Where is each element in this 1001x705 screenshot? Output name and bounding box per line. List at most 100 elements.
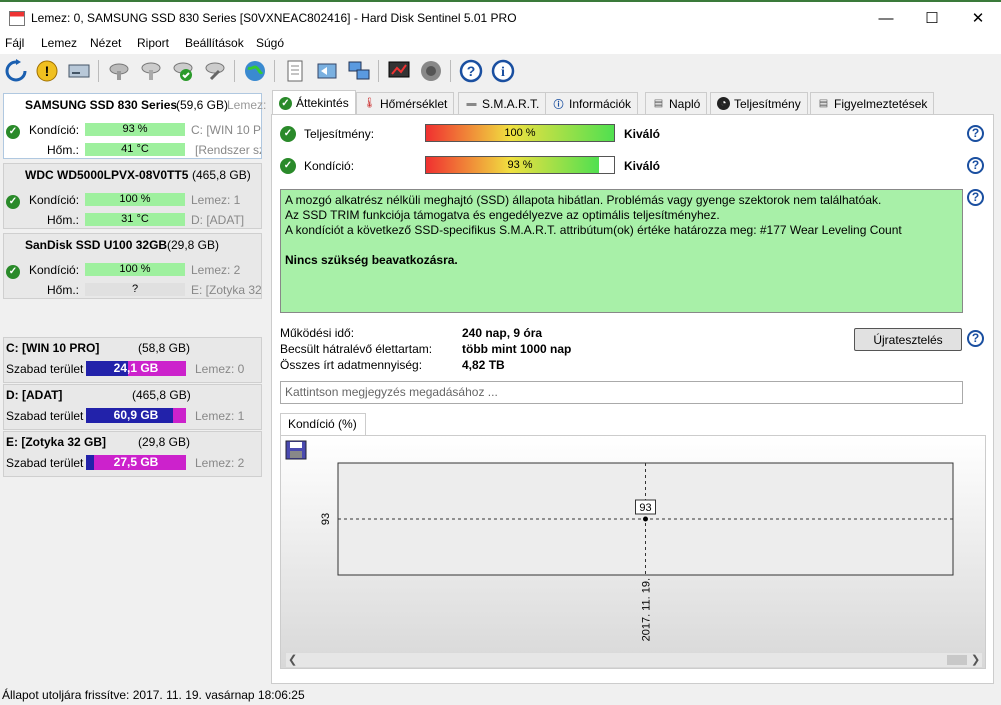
report-button[interactable]: [282, 58, 308, 84]
minimize-button[interactable]: —: [863, 2, 909, 34]
free-space-value: 24,1 GB: [113, 361, 159, 375]
performance-monitor-button[interactable]: [386, 58, 412, 84]
alert-button[interactable]: !: [34, 58, 60, 84]
data-label: 93: [639, 502, 651, 514]
menu-disk[interactable]: Lemez: [41, 36, 77, 50]
help-icon[interactable]: ?: [967, 125, 984, 142]
menu-bar: Fájl Lemez Nézet Riport Beállítások Súgó: [0, 34, 1001, 54]
help-button[interactable]: ?: [458, 58, 484, 84]
message-line: A mozgó alkatrész nélküli meghajtó (SSD)…: [285, 193, 882, 207]
condition-volume: Lemez: 2: [191, 263, 241, 277]
message-line: A kondíciót a következő SSD-specifikus S…: [285, 223, 902, 237]
message-line: Az SSD TRIM funkciója támogatva és enged…: [285, 208, 720, 222]
tab-smart[interactable]: ▬ S.M.A.R.T.: [458, 92, 547, 114]
send-report-button[interactable]: [314, 58, 340, 84]
sound-button[interactable]: [418, 58, 444, 84]
tab-information[interactable]: ⓘ Információk: [545, 92, 639, 114]
menu-report[interactable]: Riport: [137, 36, 169, 50]
free-space-label: Szabad terület: [6, 362, 84, 376]
tab-performance[interactable]: ◔ Teljesítmény: [710, 92, 808, 114]
condition-label: Kondíció:: [29, 263, 80, 277]
info-icon: i: [491, 59, 515, 83]
disk-card-0[interactable]: SAMSUNG SSD 830 Series (59,6 GB) Lemez: …: [3, 93, 266, 159]
save-icon[interactable]: [285, 440, 307, 460]
svg-text:i: i: [501, 65, 505, 80]
repair-button[interactable]: [202, 58, 228, 84]
tab-log[interactable]: ▤ Napló: [645, 92, 708, 114]
disk-card-2[interactable]: SanDisk SSD U100 32GB (29,8 GB) ✓ Kondíc…: [3, 233, 262, 299]
menu-view[interactable]: Nézet: [90, 36, 121, 50]
web-button[interactable]: [242, 58, 268, 84]
condition-label: Kondíció:: [29, 123, 80, 137]
toolbar: ! ? i: [0, 54, 1001, 88]
maximize-button[interactable]: ☐: [909, 2, 955, 34]
window-title: Lemez: 0, SAMSUNG SSD 830 Series [S0VXNE…: [31, 11, 517, 25]
volume-card-1[interactable]: D: [ADAT] (465,8 GB) Szabad terület 60,9…: [3, 384, 262, 430]
written-label: Összes írt adatmennyiség:: [280, 358, 423, 372]
tab-label: Hőmérséklet: [380, 96, 448, 111]
hdd-check-icon: [141, 62, 161, 80]
hdd-ok-icon: [173, 62, 193, 81]
test-button[interactable]: [138, 58, 164, 84]
tab-overview[interactable]: ✓ Áttekintés: [272, 90, 356, 115]
scroll-thumb[interactable]: [947, 655, 967, 665]
volume-card-0[interactable]: C: [WIN 10 PRO] (58,8 GB) Szabad terület…: [3, 337, 262, 383]
condition-chart: 93 93 2017. 11. 19. ❮ ❯: [280, 435, 986, 669]
retest-button[interactable]: Újratesztelés: [854, 328, 962, 351]
disk-info-button[interactable]: [66, 58, 92, 84]
help-icon: ?: [459, 59, 483, 83]
tab-label: Figyelmeztetések: [834, 96, 928, 111]
menu-settings[interactable]: Beállítások: [185, 36, 244, 50]
disk-name: SanDisk SSD U100 32GB: [25, 238, 168, 252]
free-space-bar: 27,5 GB: [86, 455, 186, 470]
tab-alerts[interactable]: ▤ Figyelmeztetések: [810, 92, 935, 114]
help-icon[interactable]: ?: [967, 189, 984, 206]
network-button[interactable]: [346, 58, 372, 84]
surface-test-button[interactable]: [106, 58, 132, 84]
refresh-button[interactable]: [3, 58, 29, 84]
hdd-tool-icon: [205, 62, 225, 81]
scroll-right-icon[interactable]: ❯: [971, 653, 980, 666]
chart-tab-condition[interactable]: Kondíció (%): [280, 413, 366, 436]
toolbar-separator: [450, 60, 451, 82]
scroll-left-icon[interactable]: ❮: [288, 653, 297, 666]
toolbar-separator: [378, 60, 379, 82]
check-icon: ✓: [280, 158, 296, 174]
volume-size: (465,8 GB): [132, 388, 191, 402]
note-input[interactable]: Kattintson megjegyzés megadásához ...: [280, 381, 963, 404]
disk-size: (29,8 GB): [167, 238, 220, 252]
menu-file[interactable]: Fájl: [5, 36, 24, 50]
lifetime-label: Becsült hátralévő élettartam:: [280, 342, 433, 356]
chart-scrollbar[interactable]: ❮ ❯: [286, 653, 982, 667]
tab-label: S.M.A.R.T.: [482, 96, 540, 111]
performance-rating: Kiváló: [624, 127, 661, 141]
toolbar-separator: [234, 60, 235, 82]
volume-name: D: [ADAT]: [6, 388, 63, 402]
tab-label: Információk: [569, 96, 632, 111]
warning-icon: !: [36, 60, 58, 82]
condition-volume: Lemez: 1: [191, 193, 241, 207]
uptime-label: Működési idő:: [280, 326, 355, 340]
message-action: Nincs szükség beavatkozásra.: [285, 253, 458, 267]
condition-label: Kondíció:: [29, 193, 80, 207]
about-button[interactable]: i: [490, 58, 516, 84]
free-space-bar: 60,9 GB: [86, 408, 186, 423]
disk-card-1[interactable]: WDC WD5000LPVX-08V0TT5 (465,8 GB) ✓ Kond…: [3, 163, 262, 229]
menu-help[interactable]: Súgó: [256, 36, 284, 50]
disk-name: SAMSUNG SSD 830 Series: [25, 98, 178, 112]
check-icon: ✓: [6, 125, 20, 139]
disk-size: (59,6 GB): [176, 98, 229, 112]
volume-name: C: [WIN 10 PRO]: [6, 341, 100, 355]
check-icon: ✓: [280, 126, 296, 142]
tab-temperature[interactable]: 🌡 Hőmérséklet: [356, 92, 455, 114]
check-icon: ✓: [6, 195, 20, 209]
close-button[interactable]: ✕: [955, 2, 1001, 34]
title-bar: Lemez: 0, SAMSUNG SSD 830 Series [S0VXNE…: [0, 0, 1001, 34]
volume-card-2[interactable]: E: [Zotyka 32 GB] (29,8 GB) Szabad terül…: [3, 431, 262, 477]
condition-rating: Kiváló: [624, 159, 661, 173]
free-space-bar: 24,1 GB: [86, 361, 186, 376]
performance-bar: 100 %: [425, 124, 615, 142]
verify-button[interactable]: [170, 58, 196, 84]
help-icon[interactable]: ?: [967, 157, 984, 174]
help-icon[interactable]: ?: [967, 330, 984, 347]
